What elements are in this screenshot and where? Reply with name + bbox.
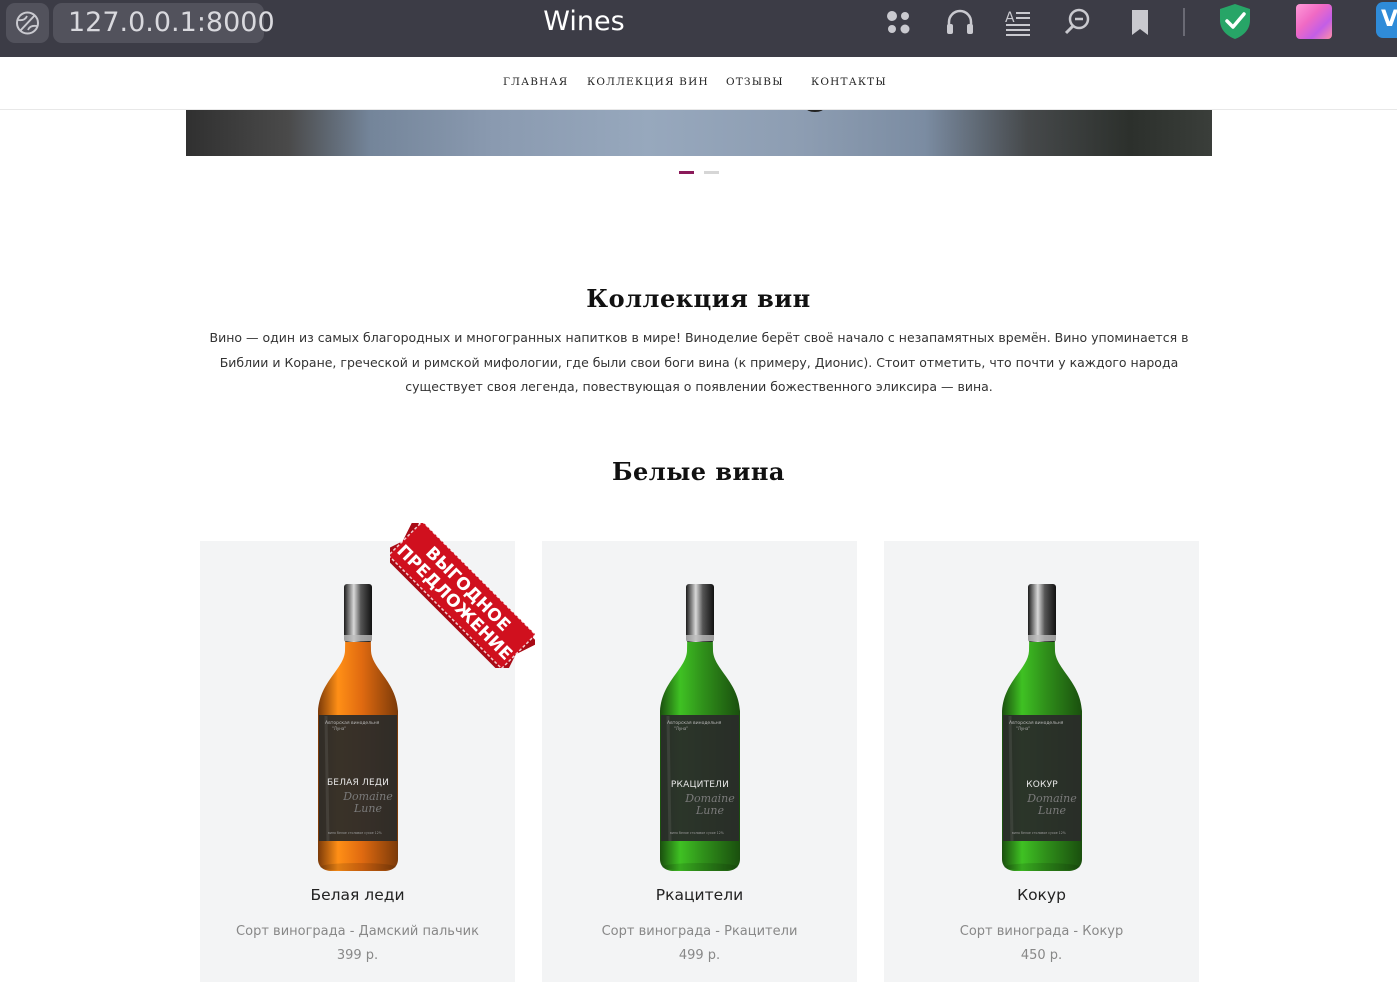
bottle-script-logo: Domaine Lune xyxy=(1027,792,1077,817)
bookmark-icon[interactable] xyxy=(1122,4,1158,40)
collection-intro: Вино — один из самых благородных и много… xyxy=(209,330,1189,394)
shield-check-icon[interactable] xyxy=(1216,2,1254,40)
apps-icon[interactable] xyxy=(881,4,917,40)
svg-text:"Луна": "Луна" xyxy=(674,726,688,731)
nav-item-contacts[interactable]: КОНТАКТЫ xyxy=(811,76,887,88)
browser-toolbar: 127.0.0.1:8000 Wines A V xyxy=(0,0,1397,57)
page-title: Wines xyxy=(543,6,625,37)
nav-item-wine-collection[interactable]: КОЛЛЕКЦИЯ ВИН xyxy=(587,76,709,88)
globe-icon xyxy=(16,11,39,35)
svg-text:вино белое столовое сухое 12%: вино белое столовое сухое 12% xyxy=(670,831,724,835)
bottle-label-text: РКАЦИТЕЛИ xyxy=(670,780,730,790)
nav-item-home[interactable]: ГЛАВНАЯ xyxy=(503,76,568,88)
slider-dot[interactable] xyxy=(704,171,719,174)
extension-icon[interactable] xyxy=(1296,4,1332,39)
product-name[interactable]: Ркацители xyxy=(542,886,857,904)
zoom-icon[interactable] xyxy=(1059,4,1095,40)
slide-image-detail xyxy=(806,110,824,112)
reader-icon[interactable]: A xyxy=(1000,4,1036,40)
svg-text:"Луна": "Луна" xyxy=(1016,726,1030,731)
wine-bottle-image: Авторская винодельня "Луна" вино белое с… xyxy=(660,584,740,871)
site-info-button[interactable] xyxy=(6,3,49,43)
headphones-icon[interactable] xyxy=(942,4,978,40)
bottle-label-text: КОКУР xyxy=(1026,780,1058,790)
main-navigation: ГЛАВНАЯ КОЛЛЕКЦИЯ ВИН ОТЗЫВЫ КОНТАКТЫ xyxy=(0,57,1397,110)
product-name[interactable]: Белая леди xyxy=(200,886,515,904)
collection-title: Коллекция вин xyxy=(586,284,811,313)
product-price: 450 р. xyxy=(1020,948,1063,963)
product-card[interactable]: Авторская винодельня "Луна" вино белое с… xyxy=(542,541,857,982)
bottle-script-logo: Domaine Lune xyxy=(685,792,735,817)
product-variety: Сорт винограда - Кокур xyxy=(959,924,1124,939)
svg-text:A: A xyxy=(1005,10,1015,26)
product-variety: Сорт винограда - Ркацители xyxy=(601,924,798,939)
svg-text:вино белое столовое сухое 12%: вино белое столовое сухое 12% xyxy=(328,831,382,835)
toolbar-divider xyxy=(1183,8,1185,36)
svg-text:"Луна": "Луна" xyxy=(332,726,346,731)
product-price: 399 р. xyxy=(336,948,379,963)
white-wines-title: Белые вина xyxy=(612,457,785,486)
bottle-label-text: БЕЛАЯ ЛЕДИ xyxy=(326,778,390,788)
product-price: 499 р. xyxy=(678,948,721,963)
nav-item-reviews[interactable]: ОТЗЫВЫ xyxy=(726,76,784,88)
product-variety: Сорт винограда - Дамский пальчик xyxy=(236,924,479,939)
hero-slider[interactable] xyxy=(186,110,1212,156)
wine-bottle-image: Авторская винодельня "Луна" вино белое с… xyxy=(1002,584,1082,871)
bottle-script-logo: Domaine Lune xyxy=(343,790,393,815)
product-name[interactable]: Кокур xyxy=(884,886,1199,904)
slider-dot-active[interactable] xyxy=(679,171,694,174)
svg-text:вино белое столовое сухое 12%: вино белое столовое сухое 12% xyxy=(1012,831,1066,835)
promo-ribbon: ВЫГОДНОЕ ПРЕДЛОЖЕНИЕ xyxy=(390,523,535,668)
address-bar[interactable]: 127.0.0.1:8000 xyxy=(53,3,275,43)
product-card[interactable]: Авторская винодельня "Луна" вино белое с… xyxy=(884,541,1199,982)
vk-extension-button[interactable]: V xyxy=(1376,2,1397,38)
